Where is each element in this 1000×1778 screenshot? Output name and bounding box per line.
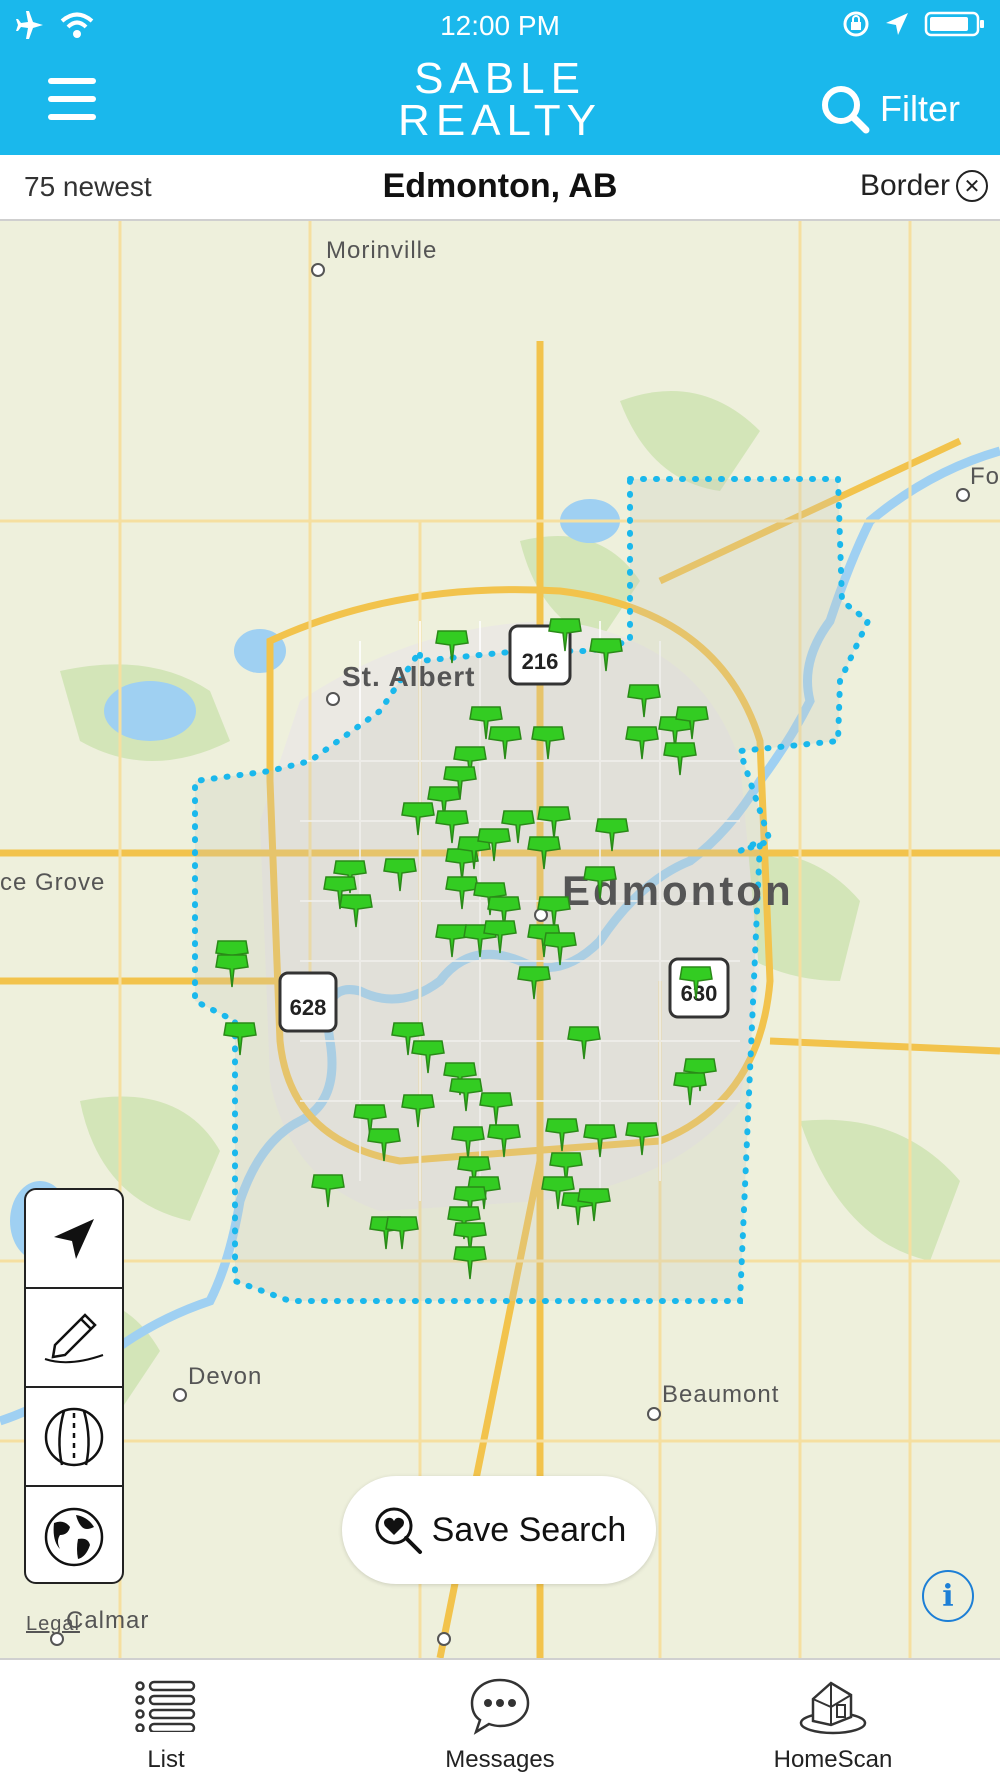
listing-pin[interactable] bbox=[474, 823, 514, 863]
tab-messages-label: Messages bbox=[445, 1746, 555, 1773]
listing-pin[interactable] bbox=[212, 949, 252, 989]
listing-pin[interactable] bbox=[524, 831, 564, 871]
border-label: Border bbox=[859, 169, 950, 202]
house-scan-icon bbox=[799, 1681, 867, 1735]
location-arrow-icon bbox=[884, 11, 910, 42]
listing-pin[interactable] bbox=[564, 1021, 604, 1061]
status-bar: 12:00 PM bbox=[0, 8, 1000, 44]
bottom-tab-bar: List Messages HomeScan bbox=[0, 1658, 1000, 1778]
listing-pin[interactable] bbox=[672, 701, 712, 741]
map-info-button[interactable]: i bbox=[922, 1570, 974, 1622]
heart-search-icon bbox=[375, 1507, 422, 1554]
listing-pin[interactable] bbox=[220, 1017, 260, 1057]
listing-pin[interactable] bbox=[660, 737, 700, 777]
listing-pin[interactable] bbox=[364, 1123, 404, 1163]
tab-homescan-label: HomeScan bbox=[773, 1746, 893, 1773]
chat-bubble-icon bbox=[470, 1678, 530, 1735]
tab-messages[interactable]: Messages bbox=[400, 1670, 600, 1774]
map-label-morinville: Morinville bbox=[326, 237, 438, 264]
map-tools bbox=[24, 1188, 124, 1584]
info-icon: i bbox=[942, 1578, 954, 1614]
listing-pin[interactable] bbox=[586, 633, 626, 673]
top-bar: 12:00 PM SABLE REALTY Filter bbox=[0, 0, 1000, 155]
tab-homescan[interactable]: HomeScan bbox=[733, 1670, 933, 1774]
search-icon bbox=[822, 86, 870, 134]
satellite-view-button[interactable] bbox=[26, 1487, 122, 1582]
globe-icon bbox=[44, 1507, 104, 1566]
listing-pin[interactable] bbox=[580, 1119, 620, 1159]
listing-pin[interactable] bbox=[382, 1211, 422, 1251]
listing-pin[interactable] bbox=[592, 813, 632, 853]
map-label-fort: Fo bbox=[970, 463, 1000, 490]
listing-pin[interactable] bbox=[676, 961, 716, 1001]
map-label-devon: Devon bbox=[188, 1363, 263, 1390]
map-label-spruce-grove: ce Grove bbox=[0, 869, 106, 896]
location-arrow-icon bbox=[54, 1218, 94, 1259]
map-label-st-albert: St. Albert bbox=[342, 661, 476, 692]
svg-text:628: 628 bbox=[290, 995, 327, 1020]
search-location-title: Edmonton, AB bbox=[382, 167, 618, 205]
save-search-label: Save Search bbox=[431, 1510, 627, 1549]
listing-pin[interactable] bbox=[308, 1169, 348, 1209]
road-icon bbox=[44, 1407, 104, 1466]
listing-pin[interactable] bbox=[450, 1241, 490, 1281]
listing-pin[interactable] bbox=[480, 915, 520, 955]
filter-label: Filter bbox=[880, 88, 960, 129]
listing-pin[interactable] bbox=[485, 721, 525, 761]
draw-border-button[interactable] bbox=[26, 1289, 122, 1388]
pencil-icon bbox=[44, 1312, 104, 1363]
listing-pin[interactable] bbox=[380, 853, 420, 893]
listing-pin[interactable] bbox=[622, 1117, 662, 1157]
listing-pin[interactable] bbox=[432, 625, 472, 665]
map-legal-link[interactable]: Legal bbox=[26, 1613, 80, 1636]
map-view[interactable]: 216 628 630 Morinville St. Albert Edmont… bbox=[0, 221, 1000, 1658]
listing-pin[interactable] bbox=[398, 1089, 438, 1129]
save-search-button[interactable]: Save Search bbox=[342, 1476, 656, 1584]
tab-list-label: List bbox=[147, 1746, 185, 1773]
map-label-beaumont: Beaumont bbox=[662, 1381, 780, 1408]
close-circle-icon: ✕ bbox=[956, 170, 988, 202]
battery-icon bbox=[924, 10, 986, 43]
road-layer-button[interactable] bbox=[26, 1388, 122, 1487]
listing-pin[interactable] bbox=[574, 1183, 614, 1223]
search-summary-bar: 75 newest Edmonton, AB Border ✕ bbox=[0, 155, 1000, 221]
listing-pin[interactable] bbox=[670, 1067, 710, 1107]
filter-button[interactable]: Filter bbox=[820, 84, 960, 134]
list-icon bbox=[135, 1680, 196, 1732]
listing-pin[interactable] bbox=[528, 721, 568, 761]
tab-list[interactable]: List bbox=[66, 1670, 266, 1774]
listing-pin[interactable] bbox=[514, 961, 554, 1001]
listing-pin[interactable] bbox=[336, 889, 376, 929]
rotation-lock-icon bbox=[842, 10, 870, 43]
clear-border-button[interactable]: Border ✕ bbox=[860, 169, 988, 203]
listing-pin[interactable] bbox=[545, 613, 585, 653]
listing-pin[interactable] bbox=[580, 861, 620, 901]
locate-button[interactable] bbox=[26, 1190, 122, 1289]
